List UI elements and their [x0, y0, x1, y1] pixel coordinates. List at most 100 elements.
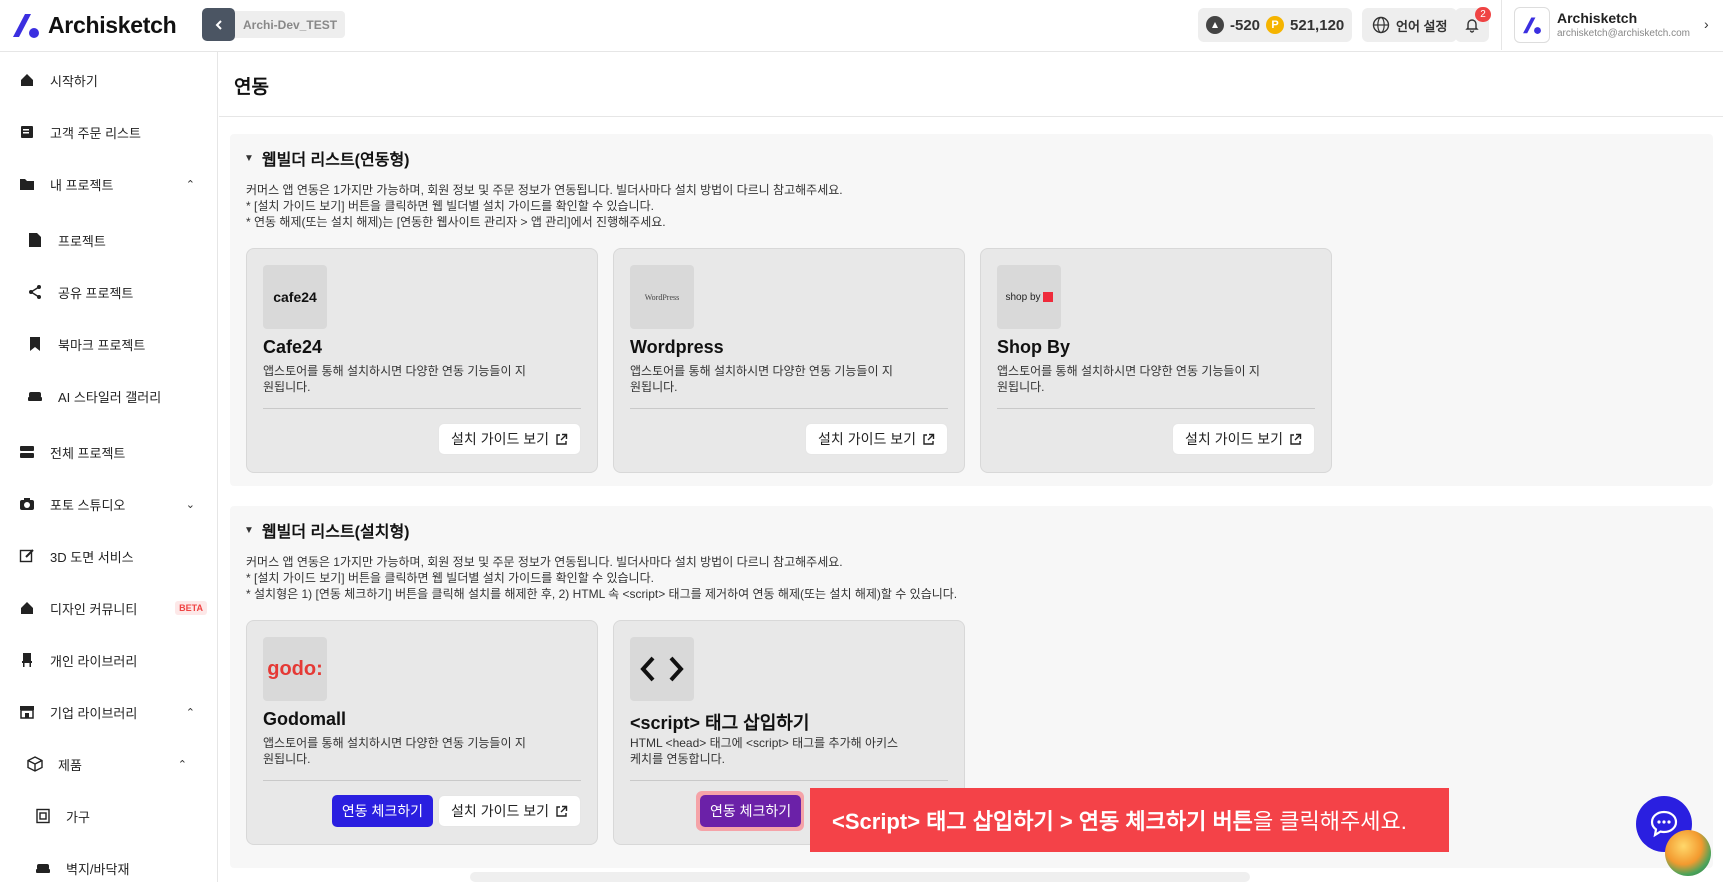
wordpress-logo-text: WordPress	[644, 292, 680, 302]
card-title: Shop By	[997, 337, 1071, 357]
sidebar-item-products[interactable]: 제품 ⌃	[0, 744, 217, 784]
card-title: Cafe24	[263, 337, 323, 357]
install-guide-button[interactable]: 설치 가이드 보기	[438, 795, 581, 827]
cube-icon	[26, 755, 44, 773]
sidebar: 시작하기 고객 주문 리스트 내 프로젝트 ⌃ 프로젝트 공유 프로젝트 북마크…	[0, 52, 218, 882]
section-toggle[interactable]: ▼ 웹빌더 리스트(연동형)	[244, 146, 410, 170]
sidebar-item-orders[interactable]: 고객 주문 리스트	[0, 112, 217, 152]
install-guide-label: 설치 가이드 보기	[451, 431, 549, 447]
shopby-logo: shop by	[997, 265, 1061, 329]
globe-icon	[1372, 16, 1390, 34]
chevron-right-icon[interactable]: ›	[1704, 16, 1709, 32]
folder-icon	[18, 175, 36, 193]
sidebar-item-label: 포토 스튜디오	[50, 497, 126, 513]
credit-value: -520	[1230, 16, 1261, 34]
sidebar-item-project[interactable]: 프로젝트	[0, 220, 217, 260]
chevron-up-icon: ⌃	[185, 706, 195, 719]
shopby-logo-text: shop by	[1005, 291, 1041, 303]
section-desc-line: * 연동 해제(또는 설치 해제)는 [연동한 웹사이트 관리자 > 앱 관리]…	[246, 215, 666, 229]
integration-card-cafe24: cafe24 Cafe24 앱스토어를 통해 설치하시면 다양한 연동 기능들이…	[246, 248, 598, 473]
collapse-sidebar-button[interactable]	[202, 8, 235, 41]
sidebar-item-personal-library[interactable]: 개인 라이브러리	[0, 640, 217, 680]
page-header: 연동	[219, 52, 1723, 117]
sidebar-item-label: 프로젝트	[58, 233, 106, 249]
cabinet-icon	[34, 807, 52, 825]
section-webbuilder-integrated: ▼ 웹빌더 리스트(연동형) 커머스 앱 연동은 1가지만 가능하며, 회원 정…	[230, 134, 1713, 486]
install-guide-button[interactable]: 설치 가이드 보기	[805, 423, 948, 455]
sidebar-item-label: 디자인 커뮤니티	[50, 601, 138, 617]
section-desc-line: 커머스 앱 연동은 1가지만 가능하며, 회원 정보 및 주문 정보가 연동됩니…	[246, 555, 843, 569]
install-guide-button[interactable]: 설치 가이드 보기	[1172, 423, 1315, 455]
code-brackets-icon	[640, 656, 684, 682]
sofa-icon	[26, 387, 44, 405]
guide-tooltip-banner: <Script> 태그 삽입하기 > 연동 체크하기 버튼 을 클릭해주세요.	[810, 788, 1449, 852]
store-icon	[18, 703, 36, 721]
tooltip-rest-text: 을 클릭해주세요.	[1252, 809, 1407, 834]
page-title: 연동	[234, 77, 269, 98]
edit-icon	[18, 547, 36, 565]
sidebar-item-start[interactable]: 시작하기	[0, 60, 217, 100]
top-bar: Archisketch Archi-Dev_TEST -520 P 521,12…	[0, 0, 1723, 52]
file-icon	[26, 231, 44, 249]
chevron-up-icon: ⌃	[185, 178, 195, 191]
sidebar-item-wallpaper-flooring[interactable]: 벽지/바닥재	[0, 848, 217, 888]
sidebar-item-label: 시작하기	[50, 73, 98, 89]
install-guide-label: 설치 가이드 보기	[451, 803, 549, 819]
card-divider	[997, 408, 1315, 409]
sidebar-item-3d-floorplan[interactable]: 3D 도면 서비스	[0, 536, 217, 576]
sidebar-item-design-community[interactable]: 디자인 커뮤니티 BETA	[0, 588, 217, 628]
chair-icon	[18, 651, 36, 669]
external-link-icon	[1290, 433, 1302, 445]
archisketch-logo-icon	[1523, 17, 1541, 34]
user-email: archisketch@archisketch.com	[1557, 28, 1690, 39]
avatar	[1514, 7, 1550, 43]
integration-card-shopby: shop by Shop By 앱스토어를 통해 설치하시면 다양한 연동 기능…	[980, 248, 1332, 473]
godomall-logo-text: godo:	[267, 657, 323, 680]
sidebar-item-bookmark-projects[interactable]: 북마크 프로젝트	[0, 324, 217, 364]
archisketch-logo-icon	[13, 14, 39, 38]
camera-icon	[18, 495, 36, 513]
share-icon	[26, 283, 44, 301]
caret-down-icon: ▼	[244, 524, 254, 536]
external-link-icon	[556, 433, 568, 445]
sidebar-item-label: 공유 프로젝트	[58, 285, 134, 301]
sidebar-item-label: 가구	[66, 809, 90, 825]
chevron-up-icon: ⌃	[177, 758, 187, 771]
credit-icon	[1206, 16, 1224, 34]
install-guide-label: 설치 가이드 보기	[1185, 431, 1283, 447]
chevron-left-icon	[215, 19, 222, 30]
check-integration-button[interactable]: 연동 체크하기	[700, 795, 802, 827]
user-menu[interactable]: Archisketch archisketch@archisketch.com …	[1501, 0, 1723, 50]
sidebar-item-label: 개인 라이브러리	[50, 653, 138, 669]
project-name-chip[interactable]: Archi-Dev_TEST	[235, 11, 346, 38]
sidebar-item-shared-projects[interactable]: 공유 프로젝트	[0, 272, 217, 312]
sidebar-item-label: 기업 라이브러리	[50, 705, 138, 721]
points-display[interactable]: -520 P 521,120	[1198, 8, 1353, 42]
godomall-logo: godo:	[263, 637, 327, 701]
language-settings-button[interactable]: 언어 설정	[1362, 8, 1458, 42]
sidebar-item-my-projects[interactable]: 내 프로젝트 ⌃	[0, 164, 217, 204]
sidebar-item-label: AI 스타일러 갤러리	[58, 389, 162, 405]
home-icon	[18, 71, 36, 89]
check-integration-button[interactable]: 연동 체크하기	[331, 795, 433, 827]
sidebar-item-all-projects[interactable]: 전체 프로젝트	[0, 432, 217, 472]
decorative-globe-image	[1665, 830, 1711, 876]
sidebar-item-furniture[interactable]: 가구	[0, 796, 217, 836]
card-desc: 앱스토어를 통해 설치하시면 다양한 연동 기능들이 지원됩니다.	[997, 364, 1260, 394]
shopby-flag-icon	[1042, 292, 1053, 302]
integration-card-wordpress: WordPress Wordpress 앱스토어를 통해 설치하시면 다양한 연…	[613, 248, 965, 473]
sidebar-item-label: 전체 프로젝트	[50, 445, 126, 461]
external-link-icon	[923, 433, 935, 445]
sidebar-item-ai-styler-gallery[interactable]: AI 스타일러 갤러리	[0, 376, 217, 416]
card-title: Wordpress	[630, 337, 724, 357]
language-label: 언어 설정	[1396, 18, 1448, 34]
notification-count-badge: 2	[1475, 7, 1491, 22]
sidebar-item-label: 고객 주문 리스트	[50, 125, 141, 141]
sidebar-item-enterprise-library[interactable]: 기업 라이브러리 ⌃	[0, 692, 217, 732]
logo[interactable]: Archisketch	[10, 9, 177, 41]
sidebar-item-photo-studio[interactable]: 포토 스튜디오 ⌄	[0, 484, 217, 524]
card-title: Godomall	[263, 709, 347, 729]
section-toggle[interactable]: ▼ 웹빌더 리스트(설치형)	[244, 518, 410, 542]
section-title: 웹빌더 리스트(연동형)	[261, 152, 410, 169]
install-guide-button[interactable]: 설치 가이드 보기	[438, 423, 581, 455]
